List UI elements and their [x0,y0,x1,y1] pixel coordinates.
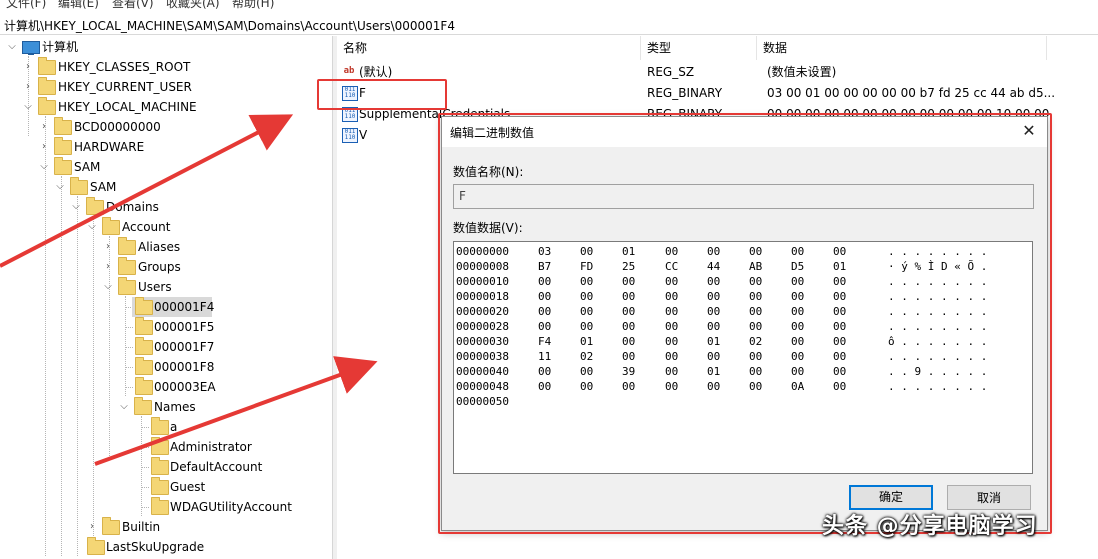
tree-item-guest[interactable]: Guest [148,477,328,497]
tree-item-sam[interactable]: ⌵ SAM [38,157,238,177]
folder-icon [38,97,56,115]
tree-item-hkcu[interactable]: › HKEY_CURRENT_USER [22,77,222,97]
folder-icon [87,537,105,555]
folder-icon [135,357,153,375]
folder-icon [118,277,136,295]
tree-item-sam-sam[interactable]: ⌵ SAM [54,177,254,197]
tree-item-a[interactable]: a [148,417,328,437]
chevron-right-icon[interactable]: › [38,137,50,157]
folder-icon [151,497,169,515]
column-header-name[interactable]: 名称 [337,36,641,60]
folder-icon [38,57,56,75]
tree-item-hklm[interactable]: ⌵ HKEY_LOCAL_MACHINE [22,97,222,117]
chevron-down-icon[interactable]: ⌵ [54,177,66,197]
tree-item-lastskuupgrade[interactable]: LastSkuUpgrade [84,537,284,557]
folder-icon [135,297,153,315]
folder-icon [134,397,152,415]
tree-item-bcd[interactable]: › BCD00000000 [38,117,238,137]
menu-edit[interactable]: 编辑(E) [58,0,99,11]
chevron-down-icon[interactable]: ⌵ [38,157,50,177]
menu-bar: 文件(F) 编辑(E) 查看(V) 收藏夹(A) 帮助(H) [0,0,1098,11]
folder-icon [102,517,120,535]
folder-icon [151,477,169,495]
tree-item-000003ea[interactable]: 000003EA [132,377,332,397]
value-row-default[interactable]: ab (默认) REG_SZ (数值未设置) [337,62,1077,82]
folder-icon [86,197,104,215]
menu-help[interactable]: 帮助(H) [232,0,274,11]
tree-item-names[interactable]: ⌵ Names [118,397,318,417]
folder-icon [135,377,153,395]
tree-item-hardware[interactable]: › HARDWARE [38,137,238,157]
tree-item-builtin[interactable]: › Builtin [86,517,286,537]
address-path: 计算机\HKEY_LOCAL_MACHINE\SAM\SAM\Domains\A… [4,19,455,33]
tree-item-groups[interactable]: › Groups [102,257,302,277]
folder-icon [54,157,72,175]
folder-icon [118,257,136,275]
column-header-type[interactable]: 类型 [641,36,757,60]
tree-item-users[interactable]: ⌵ Users [102,277,302,297]
tree-item-domains[interactable]: ⌵ Domains [70,197,270,217]
folder-icon [118,237,136,255]
tree-item-000001f8[interactable]: 000001F8 [132,357,332,377]
tree-item-computer[interactable]: ⌵ 计算机 [6,37,206,57]
address-bar[interactable]: 计算机\HKEY_LOCAL_MACHINE\SAM\SAM\Domains\A… [0,14,1098,35]
chevron-down-icon[interactable]: ⌵ [102,277,114,297]
tree-item-wdagutilityaccount[interactable]: WDAGUtilityAccount [148,497,328,517]
folder-icon [38,77,56,95]
highlight-box-dialog [438,113,1052,534]
folder-icon [54,117,72,135]
tree-item-hkcr[interactable]: › HKEY_CLASSES_ROOT [22,57,222,77]
chevron-down-icon[interactable]: ⌵ [86,217,98,237]
value-row-f[interactable]: 011 110 F REG_BINARY 03 00 01 00 00 00 00… [337,83,1077,103]
chevron-down-icon[interactable]: ⌵ [6,37,18,57]
column-header-data[interactable]: 数据 [757,36,1047,60]
tree-item-000001f5[interactable]: 000001F5 [132,317,332,337]
tree-item-account[interactable]: ⌵ Account [86,217,286,237]
chevron-right-icon[interactable]: › [22,77,34,97]
tree-item-aliases[interactable]: › Aliases [102,237,302,257]
folder-icon [151,417,169,435]
computer-icon [22,41,40,55]
folder-icon [151,437,169,455]
chevron-down-icon[interactable]: ⌵ [70,197,82,217]
string-value-icon: ab [343,66,355,76]
folder-icon [151,457,169,475]
chevron-right-icon[interactable]: › [86,517,98,537]
chevron-right-icon[interactable]: › [22,57,34,77]
chevron-down-icon[interactable]: ⌵ [118,397,130,417]
menu-favorites[interactable]: 收藏夹(A) [166,0,220,11]
chevron-right-icon[interactable]: › [38,117,50,137]
folder-icon [135,337,153,355]
highlight-box-f-value [317,79,447,110]
tree-item-000001f4-selected[interactable]: 000001F4 [132,297,214,317]
menu-view[interactable]: 查看(V) [112,0,154,11]
menu-file[interactable]: 文件(F) [6,0,46,11]
chevron-down-icon[interactable]: ⌵ [22,97,34,117]
folder-icon [70,177,88,195]
folder-icon [102,217,120,235]
registry-tree: ⌵ 计算机 › HKEY_CLASSES_ROOT › HKEY_CURRENT… [0,36,333,559]
chevron-right-icon[interactable]: › [102,237,114,257]
tree-item-administrator[interactable]: Administrator [148,437,328,457]
tree-item-000001f7[interactable]: 000001F7 [132,337,332,357]
folder-icon [54,137,72,155]
folder-icon [135,317,153,335]
tree-item-defaultaccount[interactable]: DefaultAccount [148,457,328,477]
chevron-right-icon[interactable]: › [102,257,114,277]
binary-value-icon: 011 110 [342,128,358,143]
watermark: 头条 @分享电脑学习 [822,514,1038,539]
